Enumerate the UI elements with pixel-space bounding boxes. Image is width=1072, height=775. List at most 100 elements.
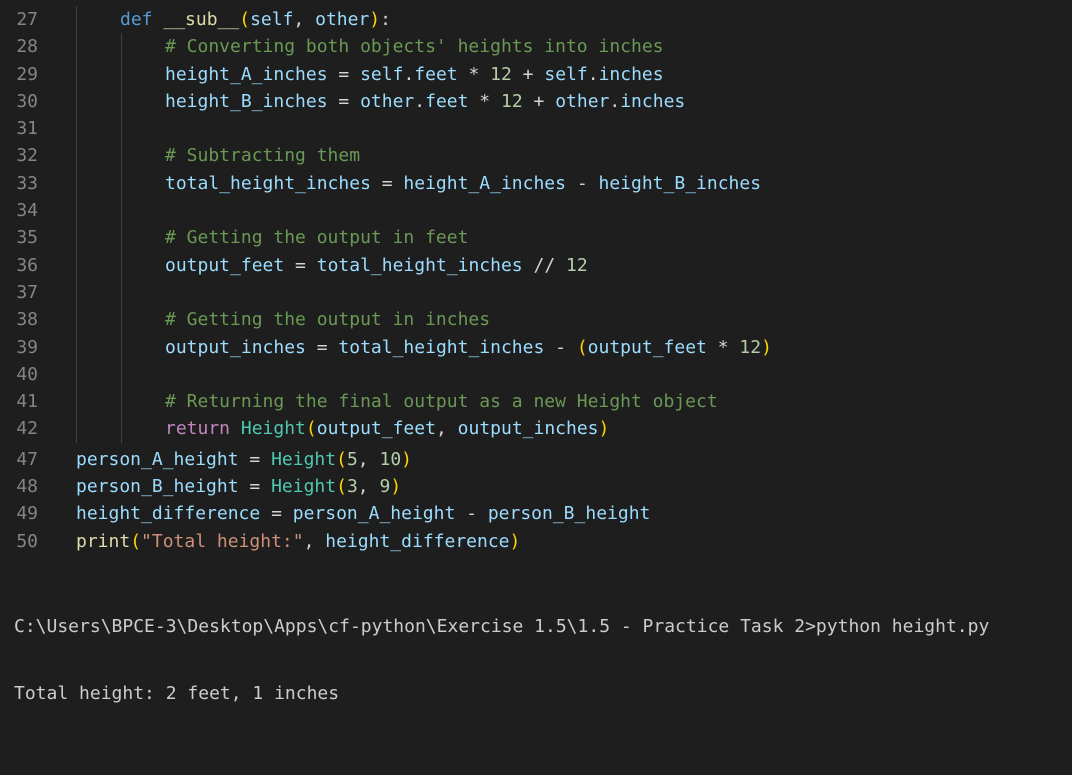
line-number: 47: [16, 448, 38, 470]
code-line[interactable]: 31: [0, 115, 1072, 143]
code-token: .: [609, 90, 621, 112]
code-text: # Getting the output in feet: [165, 224, 468, 251]
code-token: ,: [357, 476, 380, 498]
code-token: Height: [240, 418, 306, 440]
code-token: output_inches: [457, 418, 599, 440]
code-token: total_height_inches: [316, 254, 523, 276]
code-line[interactable]: 35 # Getting the output in feet: [0, 224, 1072, 252]
code-text: def __sub__(self, other):: [120, 6, 391, 33]
code-token: ,: [293, 9, 316, 30]
code-token: (: [576, 336, 588, 358]
line-number: 34: [16, 200, 38, 222]
indent-guide: [76, 224, 77, 252]
code-text: output_inches = total_height_inches - (o…: [165, 334, 772, 361]
code-token: total_height_inches: [338, 336, 545, 358]
code-token: (: [305, 418, 317, 440]
code-line[interactable]: 37: [0, 278, 1072, 307]
line-number: 35: [16, 227, 38, 249]
code-token: =: [284, 254, 317, 276]
code-token: Height: [271, 448, 337, 470]
line-number: 41: [16, 391, 38, 413]
code-line[interactable]: 27 def __sub__(self, other):: [0, 6, 1072, 34]
code-line[interactable]: 36 output_feet = total_height_inches // 1…: [0, 251, 1072, 279]
code-text: print("Total height:", height_difference…: [76, 528, 520, 555]
code-line[interactable]: 32 # Subtracting them: [0, 142, 1072, 170]
indent-guide: [76, 115, 77, 143]
indent-guide: [121, 33, 122, 61]
indent-guide: [121, 115, 122, 143]
code-token: def: [120, 9, 164, 30]
terminal-output[interactable]: C:\Users\BPCE-3\Desktop\Apps\cf-python\E…: [14, 572, 989, 727]
code-token: "Total height:": [141, 530, 304, 552]
indent-guide: [76, 87, 77, 116]
indent-guide: [76, 197, 77, 225]
code-line[interactable]: 38 # Getting the output in inches: [0, 306, 1072, 334]
code-token: # Converting both objects' heights into …: [165, 36, 664, 58]
code-token: //: [522, 254, 566, 276]
code-line[interactable]: 39 output_inches = total_height_inches - …: [0, 333, 1072, 361]
line-number: 49: [16, 503, 38, 525]
code-token: # Returning the final output as a new He…: [165, 391, 718, 413]
line-number: 36: [16, 254, 38, 276]
code-token: (: [130, 530, 142, 552]
code-token: print: [76, 530, 131, 552]
code-line[interactable]: 33 total_height_inches = height_A_inches …: [0, 169, 1072, 198]
code-text: person_B_height = Height(3, 9): [76, 473, 401, 500]
code-token: output_feet: [165, 254, 285, 276]
code-token: # Subtracting them: [165, 145, 361, 167]
code-token: __sub__: [163, 9, 240, 30]
indent-guide: [76, 6, 77, 34]
code-line[interactable]: 49 height_difference = person_A_height - …: [0, 500, 1072, 527]
code-token: =: [238, 476, 272, 498]
code-line[interactable]: 50 print("Total height:", height_differen…: [0, 528, 1072, 555]
code-line[interactable]: 28 # Converting both objects' heights int…: [0, 33, 1072, 61]
indent-guide: [76, 415, 77, 443]
code-token: ): [390, 476, 402, 498]
code-token: 12: [739, 336, 762, 358]
code-token: (: [336, 476, 347, 498]
code-text: output_feet = total_height_inches // 12: [165, 252, 588, 279]
code-line[interactable]: 29 height_A_inches = self.feet * 12 + sel…: [0, 60, 1072, 88]
code-token: return: [165, 418, 241, 440]
code-token: 12: [566, 254, 588, 276]
code-token: feet: [414, 63, 458, 85]
indent-guide: [121, 278, 122, 307]
code-line[interactable]: 30 height_B_inches = other.feet * 12 + ot…: [0, 87, 1072, 116]
code-token: ): [401, 448, 413, 470]
line-number: 28: [16, 36, 38, 58]
code-token: output_feet: [316, 418, 436, 440]
code-token: +: [522, 90, 556, 112]
indent-guide: [121, 169, 122, 198]
code-token: =: [260, 503, 293, 525]
indent-guide: [121, 333, 122, 361]
indent-guide: [121, 306, 122, 334]
code-token: inches: [620, 90, 686, 112]
code-token: height_difference: [325, 530, 510, 552]
code-line[interactable]: 47 person_A_height = Height(5, 10): [0, 446, 1072, 473]
code-token: self: [250, 9, 294, 30]
code-token: :: [380, 9, 391, 30]
code-token: =: [370, 172, 404, 194]
indent-guide: [76, 169, 77, 198]
code-token: feet: [425, 90, 469, 112]
code-token: *: [457, 63, 491, 85]
indent-guide: [76, 306, 77, 334]
code-token: other: [360, 90, 415, 112]
line-number: 48: [16, 476, 38, 498]
line-number: 50: [16, 530, 38, 552]
code-line[interactable]: 40: [0, 360, 1072, 389]
code-line[interactable]: 48 person_B_height = Height(3, 9): [0, 473, 1072, 500]
code-token: # Getting the output in inches: [165, 309, 491, 331]
indent-guide: [121, 251, 122, 279]
line-number: 30: [16, 90, 38, 112]
code-line[interactable]: 41 # Returning the final output as a new …: [0, 388, 1072, 416]
code-line[interactable]: 42 return Height(output_feet, output_inch…: [0, 415, 1072, 443]
code-editor[interactable]: 27 def __sub__(self, other): 28 # Convertin…: [0, 6, 1072, 555]
code-line[interactable]: 34: [0, 197, 1072, 225]
code-token: -: [544, 336, 577, 358]
indent-guide: [76, 278, 77, 307]
code-token: other: [315, 9, 370, 30]
code-text: person_A_height = Height(5, 10): [76, 446, 412, 473]
code-token: person_B_height: [76, 476, 239, 498]
code-token: ): [761, 336, 772, 358]
